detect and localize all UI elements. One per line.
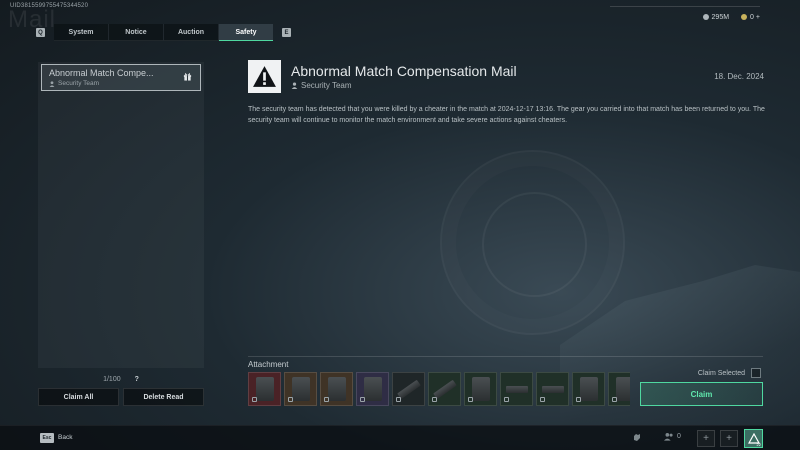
armor-vest-icon [327, 377, 346, 401]
rifle-icon [396, 379, 421, 399]
tactical-rig-icon [363, 377, 382, 401]
claim-selected-toggle[interactable]: Claim Selected [698, 368, 761, 378]
gold-coin-icon [741, 14, 748, 20]
mail-item-sender: Security Team [49, 80, 193, 87]
attachment-slot[interactable] [464, 372, 497, 406]
tab-system[interactable]: System [54, 24, 108, 41]
attachment-slot[interactable] [536, 372, 569, 406]
esc-key[interactable]: Esc [40, 433, 54, 443]
top-divider [610, 6, 760, 7]
notification-icon[interactable] [632, 432, 642, 442]
attachment-slot[interactable] [320, 372, 353, 406]
foregrip-icon [471, 377, 490, 401]
attachment-slot[interactable] [248, 372, 281, 406]
user-id: UID38155997554753445​20 [10, 3, 89, 9]
tab-safety[interactable]: Safety [219, 24, 273, 41]
attachment-select-icon [252, 397, 257, 402]
suppressor-icon [432, 379, 457, 399]
claim-button[interactable]: Claim [640, 382, 763, 406]
attachment-select-icon [504, 397, 509, 402]
mail-pagination: 1/100 ? [38, 373, 204, 385]
attachment-slot[interactable] [428, 372, 461, 406]
gold-currency: 0 + [741, 14, 760, 21]
attachment-divider [248, 356, 763, 357]
hand-wave-icon [634, 434, 640, 441]
silver-currency: 295M [702, 14, 730, 21]
silver-coin-icon [702, 14, 709, 20]
friends-indicator[interactable]: 0 [664, 432, 681, 441]
helmet-icon [291, 377, 310, 401]
person-icon [291, 82, 298, 89]
attachment-slot[interactable] [500, 372, 533, 406]
mail-list[interactable]: Abnormal Match Compe... Security Team [38, 62, 204, 368]
currency-bar: 295M 0 + [702, 14, 760, 21]
rail-attachment-icon [505, 385, 528, 393]
mail-tabs: System Notice Auction Safety [54, 24, 273, 41]
claim-selected-label: Claim Selected [697, 369, 745, 377]
footer-bar: Esc Back 0 + + 22 [0, 425, 800, 450]
attachment-slot[interactable] [392, 372, 425, 406]
mail-date: 18. Dec. 2024 [714, 72, 764, 81]
gift-icon [183, 72, 192, 81]
tab-notice[interactable]: Notice [109, 24, 163, 41]
magazine-icon [615, 377, 630, 401]
add-slot-button-2[interactable]: + [720, 430, 738, 447]
mail-sender: Security Team [291, 81, 352, 90]
person-icon [49, 80, 55, 87]
attachment-select-icon [540, 397, 545, 402]
warning-badge [248, 60, 281, 93]
attachment-list [248, 372, 630, 406]
scope-icon [541, 385, 564, 393]
claim-all-button[interactable]: Claim All [38, 388, 119, 406]
tab-bar: Q System Notice Auction Safety E [36, 24, 291, 41]
armor-vest-icon [255, 377, 274, 401]
silver-amount: 295M [711, 14, 730, 21]
mail-item-title: Abnormal Match Compe... [49, 68, 154, 78]
friends-count: 0 [677, 433, 681, 440]
attachment-select-icon [360, 397, 365, 402]
page-indicator: 1/100 [103, 375, 121, 383]
claim-selected-checkbox[interactable] [751, 368, 761, 378]
mail-item-sender-name: Security Team [58, 80, 100, 87]
attachment-select-icon [576, 397, 581, 402]
friends-icon [664, 433, 673, 441]
rank-badge[interactable]: 22 [744, 429, 763, 448]
warning-icon [253, 66, 276, 87]
attachment-select-icon [468, 397, 473, 402]
attachment-label: Attachment [248, 360, 289, 369]
attachment-select-icon [612, 397, 617, 402]
tab-auction[interactable]: Auction [164, 24, 218, 41]
add-currency-button[interactable]: + [756, 14, 760, 21]
attachment-select-icon [324, 397, 329, 402]
attachment-select-icon [288, 397, 293, 402]
attachment-select-icon [396, 397, 401, 402]
attachment-slot[interactable] [608, 372, 630, 406]
next-tab-key[interactable]: E [282, 28, 291, 37]
back-button[interactable]: Back [58, 434, 72, 441]
attachment-slot[interactable] [284, 372, 317, 406]
mail-header: Abnormal Match Compensation Mail Securit… [248, 60, 768, 94]
rank-number: 22 [756, 442, 761, 447]
pistol-grip-icon [579, 377, 598, 401]
attachment-slot[interactable] [572, 372, 605, 406]
help-button[interactable]: ? [135, 376, 139, 383]
attachment-select-icon [432, 397, 437, 402]
attachment-slot[interactable] [356, 372, 389, 406]
add-slot-button-1[interactable]: + [697, 430, 715, 447]
mail-title: Abnormal Match Compensation Mail [291, 63, 517, 79]
prev-tab-key[interactable]: Q [36, 28, 45, 37]
delete-read-button[interactable]: Delete Read [123, 388, 204, 406]
security-emblem-watermark [440, 150, 625, 335]
mail-list-item[interactable]: Abnormal Match Compe... Security Team [41, 64, 201, 91]
mail-body: The security team has detected that you … [248, 106, 765, 124]
gold-amount: 0 [750, 14, 754, 21]
mail-sender-name: Security Team [301, 81, 352, 90]
